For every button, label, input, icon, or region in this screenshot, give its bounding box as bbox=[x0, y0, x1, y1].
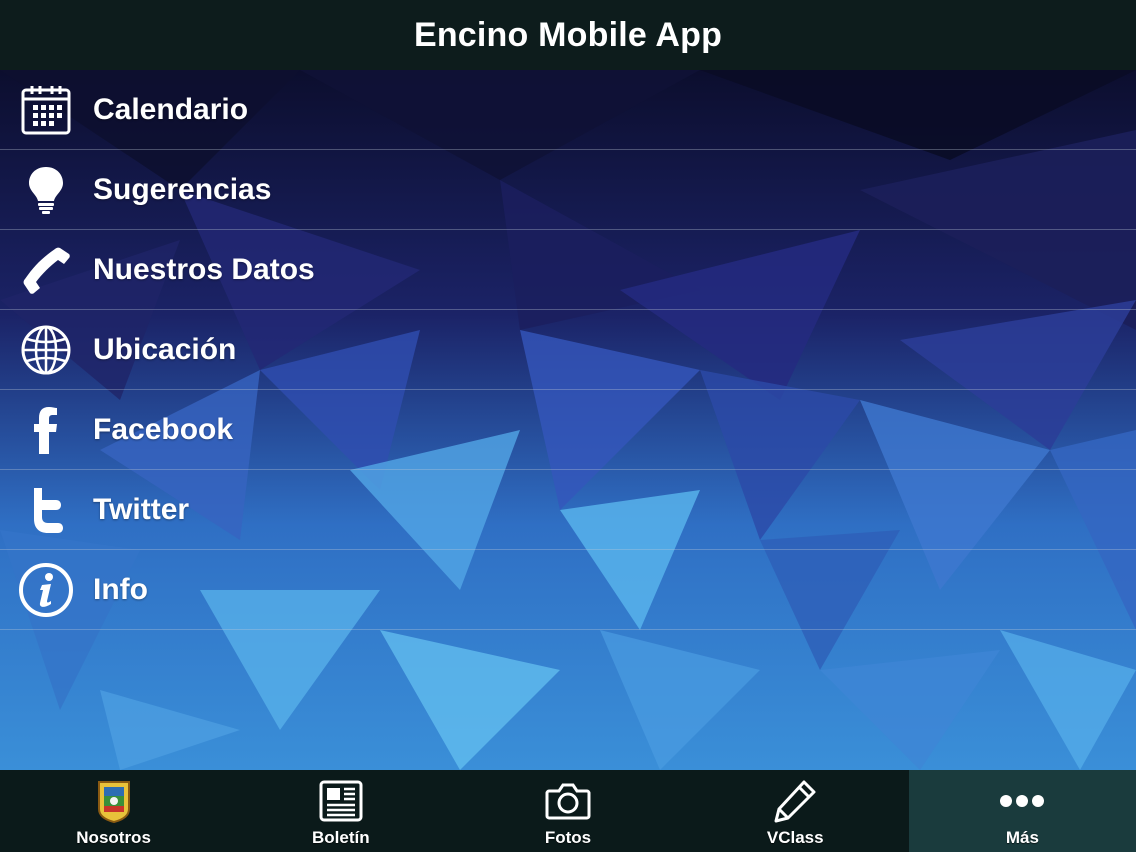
tab-fotos[interactable]: Fotos bbox=[454, 770, 681, 852]
tab-label: Más bbox=[1005, 828, 1039, 847]
menu-item-label: Nuestros Datos bbox=[93, 252, 315, 286]
menu-item-label: Ubicación bbox=[93, 332, 237, 366]
tab-boletin[interactable]: Boletín bbox=[227, 770, 454, 852]
menu-item-ubicacion[interactable]: Ubicación bbox=[0, 310, 1136, 390]
app-screen: Encino Mobile App Calendario Sugerencias… bbox=[0, 0, 1136, 852]
info-icon bbox=[18, 562, 74, 618]
tab-nosotros[interactable]: Nosotros bbox=[0, 770, 227, 852]
app-header: Encino Mobile App bbox=[0, 0, 1136, 70]
globe-icon bbox=[18, 322, 74, 378]
menu-item-calendario[interactable]: Calendario bbox=[0, 70, 1136, 150]
menu-item-label: Twitter bbox=[93, 492, 190, 526]
tab-label: Boletín bbox=[312, 828, 370, 847]
menu-item-label: Calendario bbox=[93, 92, 249, 126]
menu-item-facebook[interactable]: Facebook bbox=[0, 390, 1136, 470]
menu-item-label: Facebook bbox=[93, 412, 234, 446]
pencil-icon bbox=[772, 778, 818, 824]
menu-item-label: Info bbox=[93, 572, 148, 606]
menu-item-twitter[interactable]: Twitter bbox=[0, 470, 1136, 550]
newspaper-icon bbox=[318, 778, 364, 824]
menu-item-info[interactable]: Info bbox=[0, 550, 1136, 630]
more-dots-icon bbox=[999, 778, 1045, 824]
lightbulb-icon bbox=[18, 162, 74, 218]
more-menu-list: Calendario Sugerencias Nuestros Datos Ub… bbox=[0, 70, 1136, 630]
tab-label: VClass bbox=[766, 828, 824, 847]
tab-mas[interactable]: Más bbox=[908, 770, 1136, 852]
twitter-icon bbox=[18, 482, 74, 538]
menu-item-sugerencias[interactable]: Sugerencias bbox=[0, 150, 1136, 230]
tab-label: Nosotros bbox=[76, 828, 151, 847]
camera-icon bbox=[545, 778, 591, 824]
school-crest-icon bbox=[96, 778, 132, 824]
facebook-icon bbox=[18, 402, 74, 458]
bottom-tab-bar: Nosotros Boletín Fotos VClass Más bbox=[0, 770, 1136, 852]
menu-item-nuestros-datos[interactable]: Nuestros Datos bbox=[0, 230, 1136, 310]
phone-icon bbox=[18, 242, 74, 298]
calendar-icon bbox=[18, 82, 74, 138]
tab-vclass[interactable]: VClass bbox=[682, 770, 909, 852]
tab-label: Fotos bbox=[544, 828, 592, 847]
menu-item-label: Sugerencias bbox=[93, 172, 272, 206]
page-title: Encino Mobile App bbox=[413, 15, 723, 54]
